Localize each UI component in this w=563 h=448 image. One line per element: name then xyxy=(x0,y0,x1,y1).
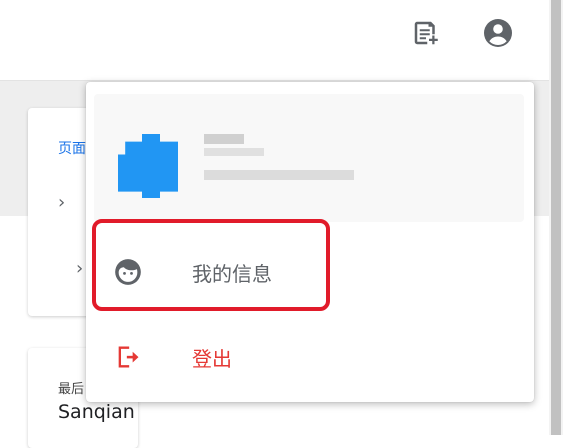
scrollbar-thumb[interactable] xyxy=(551,0,561,435)
note-add-icon[interactable] xyxy=(410,17,442,49)
avatar xyxy=(118,134,178,198)
pixelated-name xyxy=(204,134,244,144)
chevron-right-icon[interactable]: › xyxy=(76,258,83,279)
card-value: Sanqian xyxy=(58,401,135,423)
logout-icon xyxy=(114,343,142,371)
vertical-scrollbar[interactable] xyxy=(549,0,563,435)
top-app-bar xyxy=(0,0,549,81)
account-circle-icon[interactable] xyxy=(482,17,514,49)
pixelated-email xyxy=(204,170,354,180)
chevron-right-icon[interactable]: › xyxy=(58,192,65,213)
card-link[interactable]: 页面 xyxy=(58,138,86,158)
pixelated-name xyxy=(204,148,264,156)
profile-header xyxy=(94,94,524,222)
logout-menu-item[interactable]: 登出 xyxy=(86,322,534,392)
card-label: 最后 xyxy=(58,382,85,397)
logout-label: 登出 xyxy=(192,346,232,371)
highlight-box xyxy=(92,219,330,311)
